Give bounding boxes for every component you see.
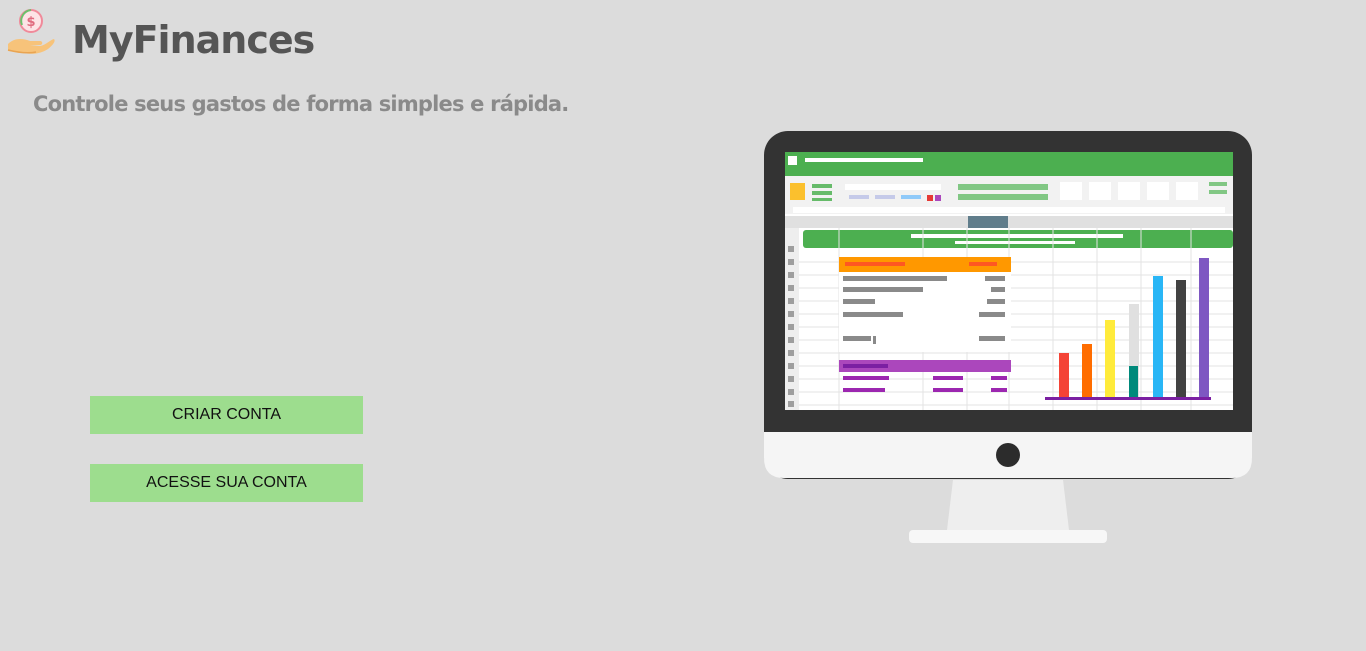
- create-account-button[interactable]: CRIAR CONTA: [90, 396, 363, 434]
- tagline: Controle seus gastos de forma simples e …: [33, 92, 569, 116]
- brand-title: MyFinances: [72, 18, 315, 62]
- login-button[interactable]: ACESSE SUA CONTA: [90, 464, 363, 502]
- landing-page: $ MyFinances Controle seus gastos de for…: [0, 0, 1366, 651]
- monitor-spreadsheet-icon: [763, 130, 1253, 546]
- hand-coin-icon: $: [6, 6, 56, 58]
- svg-text:$: $: [26, 15, 35, 30]
